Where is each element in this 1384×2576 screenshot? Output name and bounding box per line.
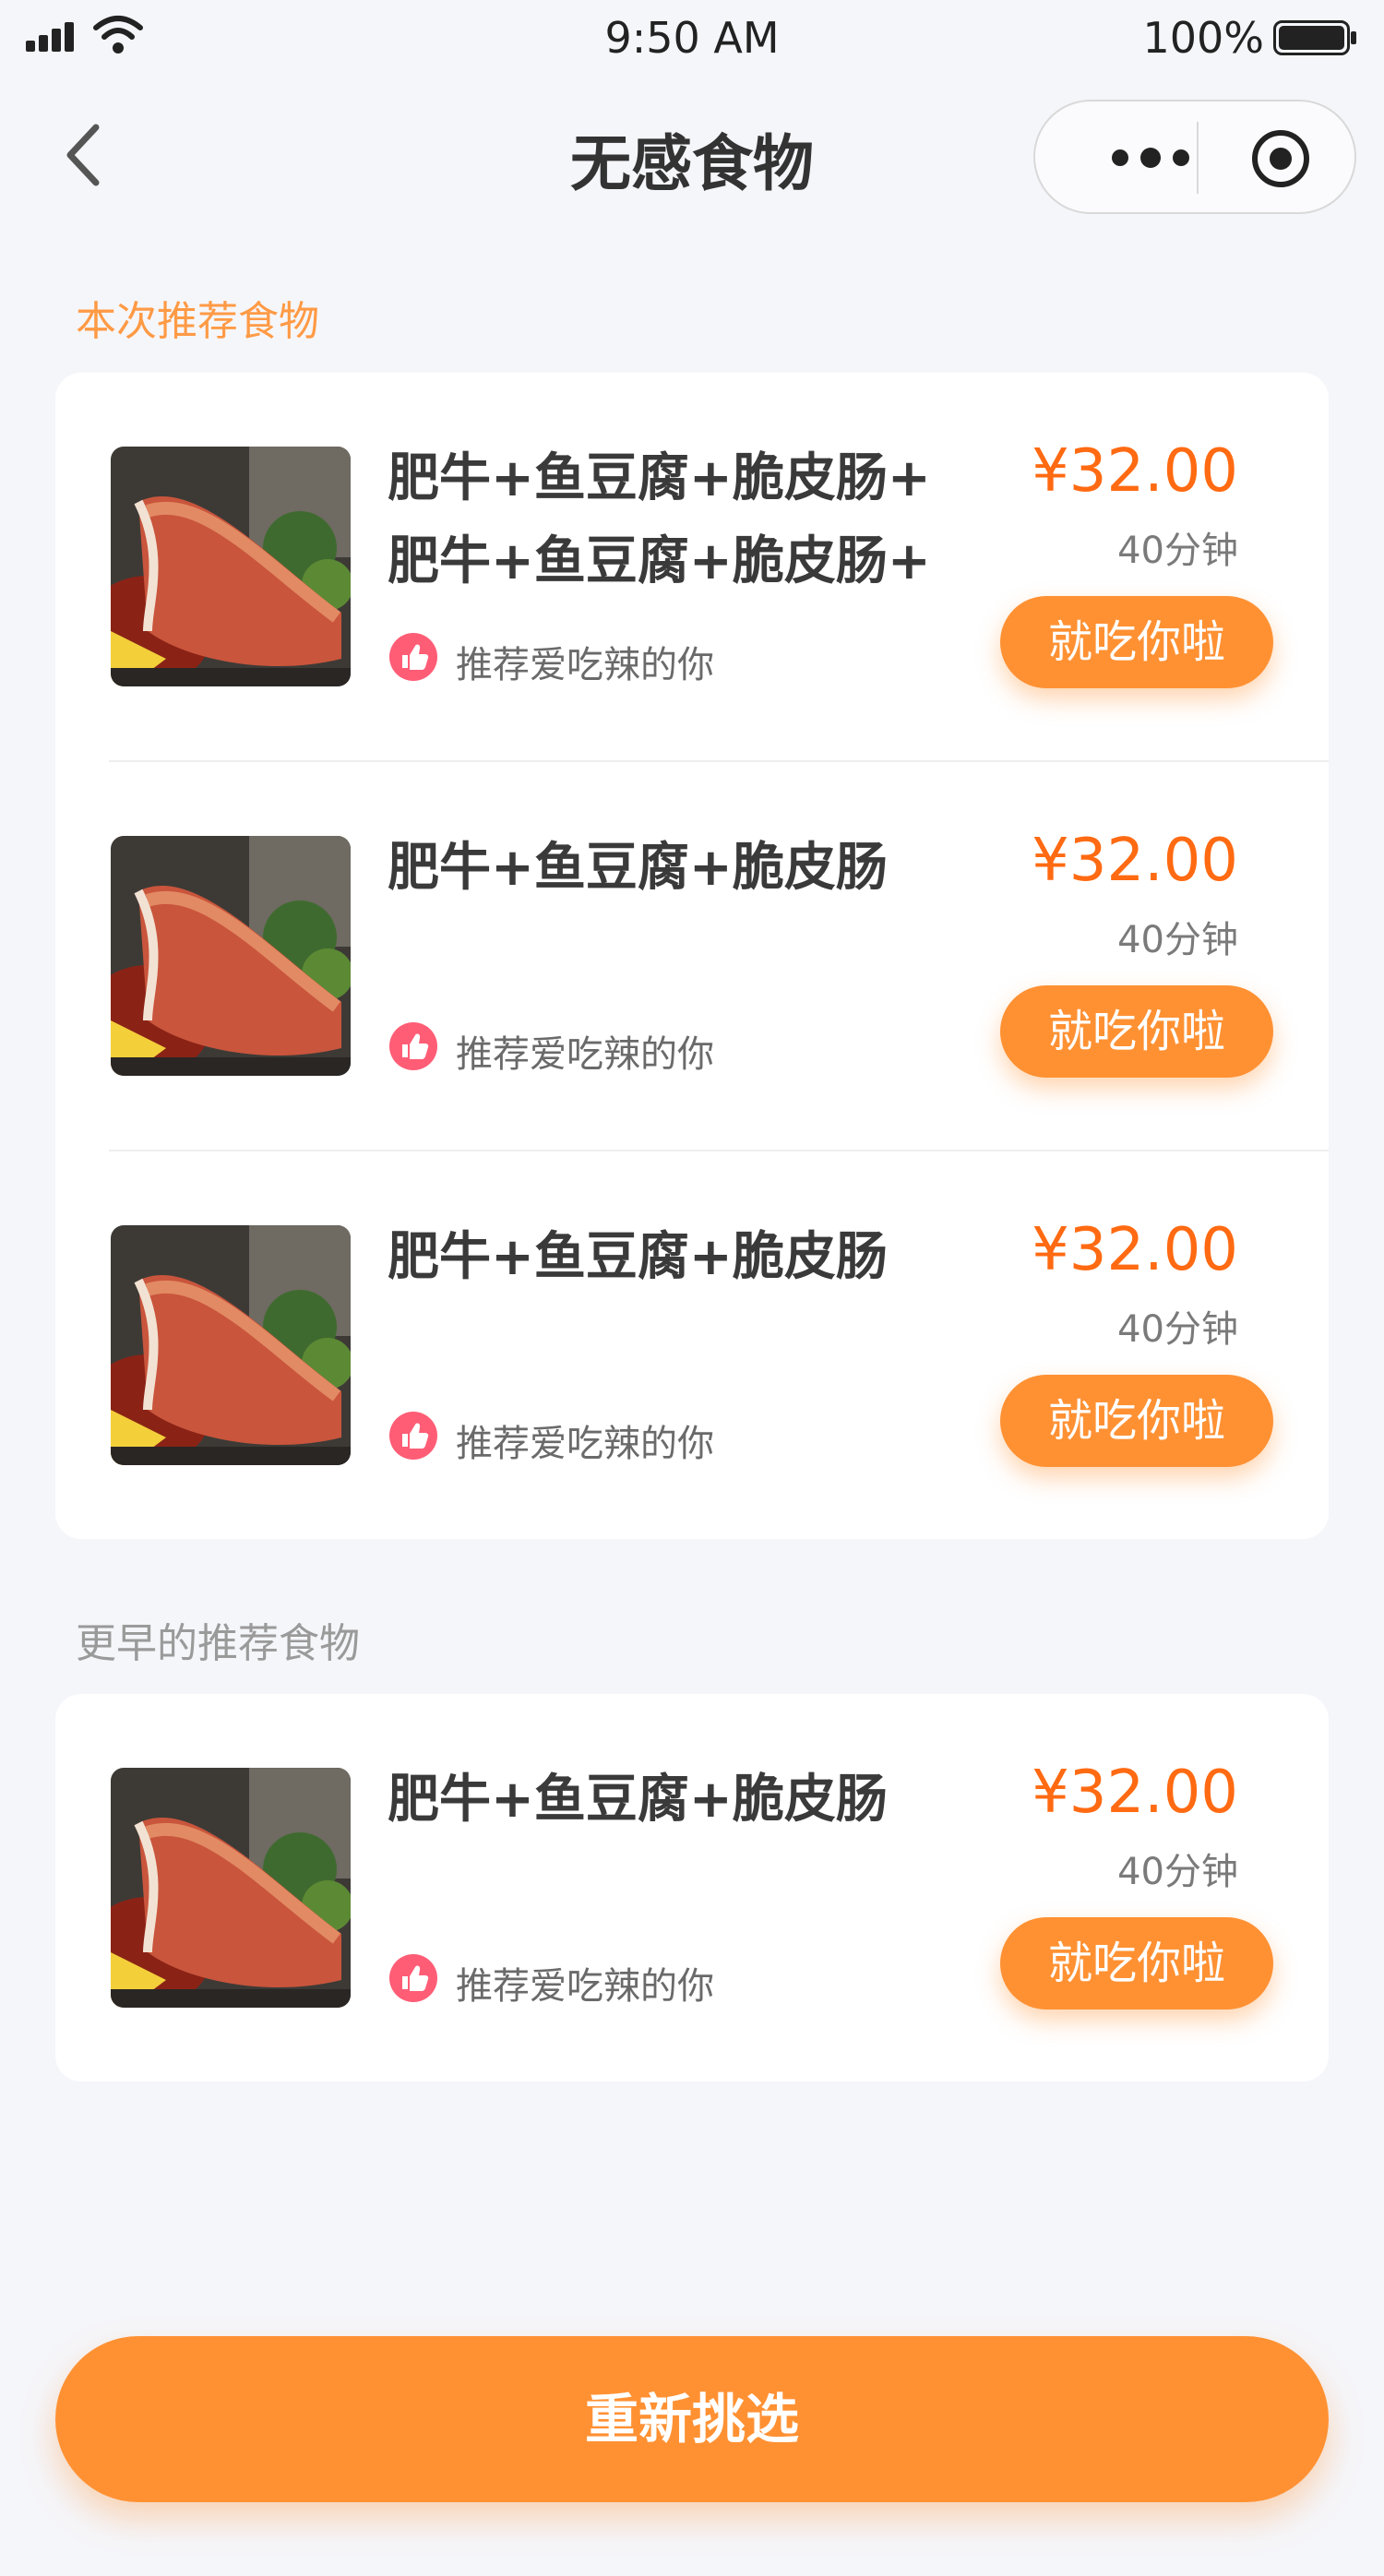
food-name: 肥牛+鱼豆腐+脆皮肠+ 肥牛+鱼豆腐+脆皮肠+	[388, 448, 931, 591]
food-image	[111, 447, 351, 686]
section-label-earlier: 更早的推荐食物	[76, 1620, 360, 1667]
more-dots-icon[interactable]	[1100, 133, 1201, 183]
battery-icon	[1273, 20, 1356, 55]
food-duration: 40分钟	[1117, 1308, 1238, 1351]
food-name: 肥牛+鱼豆腐+脆皮肠	[388, 1227, 888, 1287]
recommend-tag-text: 推荐爱吃辣的你	[456, 644, 714, 686]
food-image	[111, 836, 351, 1076]
reselect-button[interactable]: 重新挑选	[55, 2336, 1329, 2502]
thumbs-up-icon	[389, 1954, 437, 2002]
food-item: 肥牛+鱼豆腐+脆皮肠 推荐爱吃辣的你 ¥32.00 40分钟 就吃你啦	[55, 762, 1329, 1151]
food-price: ¥32.00	[1032, 1759, 1238, 1827]
capsule-divider	[1197, 122, 1199, 194]
status-bar: 9:50 AM 100%	[0, 0, 1384, 81]
food-item: 肥牛+鱼豆腐+脆皮肠 推荐爱吃辣的你 ¥32.00 40分钟 就吃你啦	[55, 1694, 1329, 2083]
food-price: ¥32.00	[1032, 827, 1238, 895]
battery-percent: 100%	[1142, 13, 1264, 63]
close-target-icon[interactable]	[1249, 127, 1312, 190]
recommend-tag-text: 推荐爱吃辣的你	[456, 1965, 714, 2008]
food-duration: 40分钟	[1117, 1851, 1238, 1893]
food-name: 肥牛+鱼豆腐+脆皮肠	[388, 838, 888, 898]
food-image	[111, 1225, 351, 1465]
earlier-recommendations-card: 肥牛+鱼豆腐+脆皮肠 推荐爱吃辣的你 ¥32.00 40分钟 就吃你啦	[55, 1694, 1329, 2081]
capsule-menu	[1033, 100, 1356, 214]
food-price: ¥32.00	[1032, 437, 1238, 506]
nav-bar: 无感食物	[0, 81, 1384, 233]
thumbs-up-icon	[389, 1412, 437, 1460]
section-label-current: 本次推荐食物	[76, 298, 319, 345]
current-recommendations-card: 肥牛+鱼豆腐+脆皮肠+ 肥牛+鱼豆腐+脆皮肠+ 推荐爱吃辣的你 ¥32.00 4…	[55, 373, 1329, 1539]
choose-this-button[interactable]: 就吃你啦	[1000, 985, 1273, 1078]
choose-this-button[interactable]: 就吃你啦	[1000, 596, 1273, 688]
food-name: 肥牛+鱼豆腐+脆皮肠	[388, 1770, 888, 1830]
food-duration: 40分钟	[1117, 919, 1238, 961]
food-image	[111, 1768, 351, 2008]
choose-this-button[interactable]: 就吃你啦	[1000, 1917, 1273, 2010]
food-item: 肥牛+鱼豆腐+脆皮肠 推荐爱吃辣的你 ¥32.00 40分钟 就吃你啦	[55, 1151, 1329, 1541]
food-item: 肥牛+鱼豆腐+脆皮肠+ 肥牛+鱼豆腐+脆皮肠+ 推荐爱吃辣的你 ¥32.00 4…	[55, 373, 1329, 762]
thumbs-up-icon	[389, 1022, 437, 1070]
food-price: ¥32.00	[1032, 1216, 1238, 1284]
thumbs-up-icon	[389, 633, 437, 681]
recommend-tag-text: 推荐爱吃辣的你	[456, 1423, 714, 1465]
choose-this-button[interactable]: 就吃你啦	[1000, 1375, 1273, 1467]
food-duration: 40分钟	[1117, 530, 1238, 572]
recommend-tag-text: 推荐爱吃辣的你	[456, 1033, 714, 1076]
